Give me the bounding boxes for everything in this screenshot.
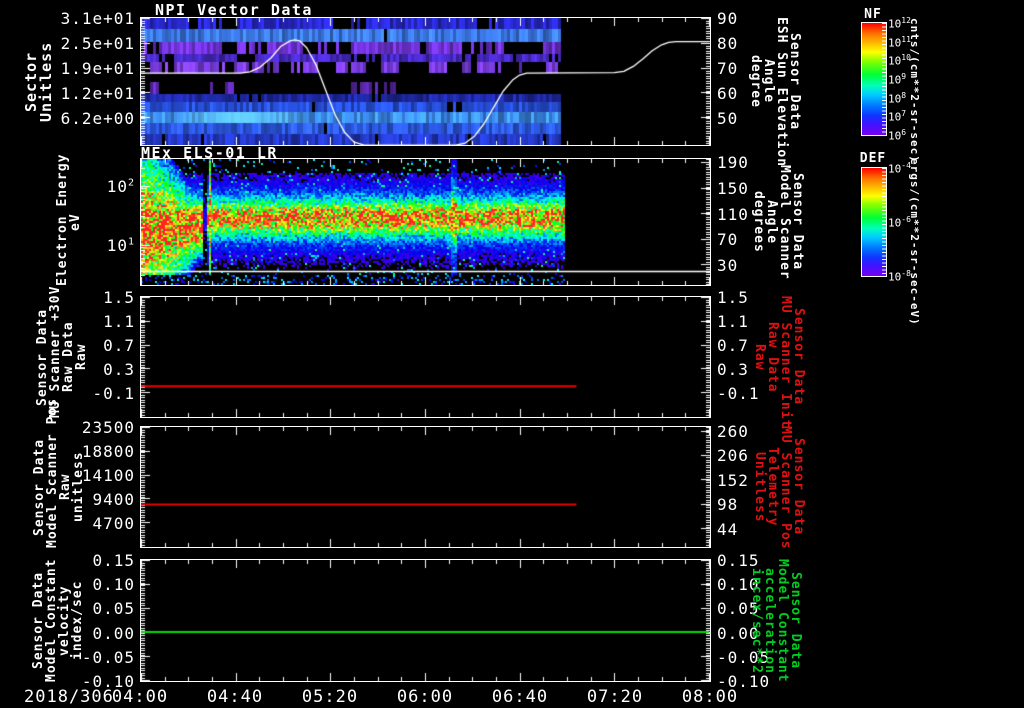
- nf-colorbar-tick-label: 109: [888, 72, 907, 87]
- npi-axis-label-line: Unitless: [37, 41, 55, 122]
- x-axis-time-label: 08:00: [681, 687, 739, 707]
- model-constant-axis-label-line: index/sec: [70, 580, 85, 661]
- model-constant-axis-label-line: Sensor Data: [788, 571, 803, 670]
- npi-left-tick-label: 1.9e+01: [60, 59, 135, 79]
- model-constant-axis-label-line: incex/sec**2: [749, 567, 764, 674]
- model-constant-left-axis-label: Sensor Data Model Constant velocity index/s…: [31, 558, 85, 682]
- mu-scanner-30v-axis-label-line: MU Scanner Init: [778, 296, 793, 429]
- els-right-axis-label: Sensor Data Model Scanner Angle degrees: [751, 158, 805, 286]
- els-axis-label-line: degrees: [751, 191, 766, 253]
- model-scanner-pos-axis-label-line: Unitless: [752, 451, 767, 523]
- nf-colorbar-tick-label: 1011: [888, 34, 911, 50]
- els-axis-label-line: eV: [68, 213, 83, 231]
- nf-colorbar-tick-label: 1012: [888, 16, 911, 31]
- model-constant-right-axis-label: Sensor Data Model Constant acceleration inc…: [749, 559, 803, 683]
- npi-left-tick-label: 3.1e+01: [60, 9, 135, 28]
- def-colorbar-ticks: [882, 168, 886, 276]
- nf-colorbar-title: NF: [864, 7, 882, 22]
- npi-axis-label-line: degree: [748, 55, 763, 108]
- mu-scanner-30v-axis-label-line: Raw: [752, 343, 767, 371]
- model-scanner-pos-axis-label-line: Sensor Data: [791, 438, 806, 536]
- model-scanner-pos-axis-label-line: unitless: [71, 451, 86, 523]
- nf-colorbar: [861, 22, 887, 136]
- mu-scanner-30v-right-axis-label: Sensor Data MU Scanner Init Raw Data Raw: [752, 296, 806, 429]
- x-axis-time-label: 06:40: [491, 687, 549, 707]
- model-constant-axis-label-line: acceleration: [762, 567, 777, 674]
- els-plot-area: [140, 158, 711, 286]
- npi-axis-label-line: Sensor Data: [787, 32, 802, 131]
- x-axis-time-label: 04:00: [111, 687, 169, 707]
- def-colorbar-tick-label: 10-6: [888, 215, 911, 230]
- x-axis-time-label: 05:20: [301, 687, 359, 707]
- def-colorbar-tick-label: 10-8: [888, 269, 911, 284]
- model-scanner-pos-left-axis-label: Sensor Data Model Scanner Pos Raw unitless: [32, 398, 86, 548]
- mu-scanner-30v-plot-area: [140, 296, 711, 418]
- els-axis-label-line: Sensor Data: [790, 173, 805, 271]
- npi-right-axis-label: Sensor Data ESH Sun Elevation Angle degree: [748, 17, 802, 168]
- mu-scanner-30v-left-axis-label: Sensor Data MU Scanner +30V Raw Data Raw: [35, 286, 89, 418]
- nf-colorbar-ticks: [882, 23, 886, 135]
- npi-left-tick-label: 6.2e+00: [60, 108, 135, 128]
- mu-scanner-30v-line-canvas: [141, 297, 710, 417]
- npi-spectrogram-canvas: [141, 18, 710, 145]
- npi-left-axis-label: Sector Unitless: [22, 17, 55, 146]
- x-axis-time-label: 04:40: [206, 687, 264, 707]
- nf-colorbar-tick-label: 108: [888, 90, 907, 106]
- npi-axis-label-line: ESH Sun Elevation: [774, 17, 789, 168]
- model-scanner-pos-plot-area: [140, 426, 711, 548]
- x-axis-time-label: 07:20: [586, 687, 644, 707]
- model-scanner-pos-line-canvas: [141, 427, 710, 547]
- model-constant-plot-area: [140, 559, 711, 682]
- x-axis-time-label: 06:00: [396, 687, 454, 707]
- model-constant-line-canvas: [141, 560, 710, 681]
- els-left-axis-label: Electron Energy eV: [55, 154, 83, 286]
- def-colorbar-tick-label: 10-4: [888, 161, 911, 176]
- def-colorbar-title: DEF: [859, 151, 887, 166]
- els-axis-label-line: Model Scanner: [777, 164, 792, 280]
- npi-left-tick-label: 2.5e+01: [60, 34, 135, 54]
- nf-colorbar-tick-label: 1010: [888, 53, 911, 68]
- mu-scanner-30v-axis-label-line: Sensor Data: [791, 308, 806, 406]
- def-colorbar: [861, 167, 887, 277]
- npi-plot-area: [140, 17, 711, 146]
- model-scanner-pos-right-axis-label: Sensor Data MU Scanner Pos Telemetry Unitle…: [752, 426, 806, 550]
- npi-left-tick-label: 1.2e+01: [60, 84, 135, 104]
- els-spectrogram-canvas: [141, 159, 710, 285]
- mu-scanner-30v-axis-label-line: Raw: [74, 343, 89, 371]
- model-constant-axis-label-line: Model Constant: [775, 559, 790, 683]
- model-scanner-pos-axis-label-line: MU Scanner Pos: [778, 426, 793, 550]
- nf-colorbar-tick-label: 107: [888, 109, 907, 124]
- nf-colorbar-tick-label: 106: [888, 128, 907, 143]
- plot-page: NPI Vector Data MEx ELS-01 LR NF cnts/(c…: [0, 0, 1024, 708]
